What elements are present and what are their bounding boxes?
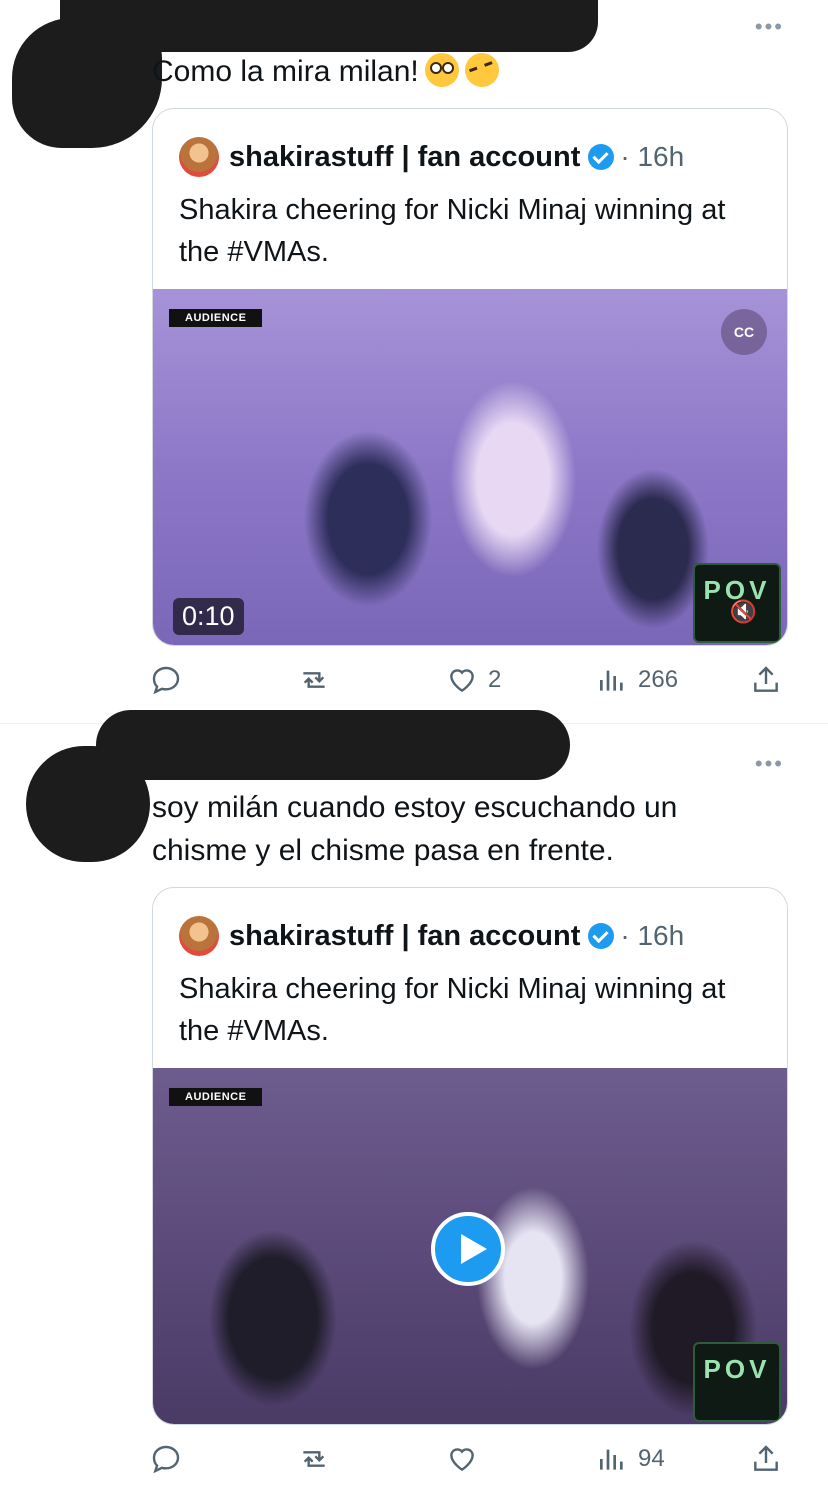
- like-count: 2: [488, 666, 502, 693]
- share-icon: [754, 666, 778, 692]
- video-player[interactable]: AUDIENCE POV: [153, 1068, 787, 1424]
- reply-icon: [152, 1445, 180, 1474]
- like-button[interactable]: [446, 1439, 478, 1479]
- views-chart-icon: [600, 1449, 623, 1470]
- action-bar: 94: [150, 1439, 790, 1479]
- redacted-username: [60, 0, 598, 52]
- like-button[interactable]: 2: [446, 660, 501, 700]
- avatar[interactable]: [179, 137, 219, 177]
- retweet-button[interactable]: [298, 660, 330, 700]
- quoted-tweet-text: Shakira cheering for Nicki Minaj winning…: [179, 194, 726, 268]
- video-player[interactable]: AUDIENCE CC 0:10 POV 🔇: [153, 289, 787, 645]
- quoted-tweet-text: Shakira cheering for Nicki Minaj winning…: [179, 973, 726, 1047]
- reply-button[interactable]: [150, 660, 182, 700]
- play-button-icon[interactable]: [431, 1212, 505, 1286]
- laughing-face-icon: [459, 48, 504, 92]
- action-bar: 2 266: [150, 660, 790, 700]
- tweet-2[interactable]: ••• soy milán cuando estoy escuchando un…: [0, 710, 828, 1505]
- verified-badge-icon: [588, 923, 615, 949]
- views-button[interactable]: 94: [596, 1439, 665, 1479]
- audience-badge: AUDIENCE: [169, 1088, 263, 1106]
- verified-badge-icon: [588, 144, 615, 170]
- heart-icon: [450, 1448, 474, 1472]
- tweet-text: soy milán cuando estoy escuchando un chi…: [152, 791, 678, 867]
- quoted-tweet-header: shakirastuff | fan account · 16h: [179, 137, 684, 177]
- reply-icon: [152, 666, 180, 695]
- closed-captions-icon[interactable]: CC: [721, 309, 767, 355]
- video-duration: 0:10: [173, 598, 244, 635]
- redacted-username: [96, 710, 570, 780]
- mute-icon[interactable]: 🔇: [730, 599, 757, 625]
- flushed-face-icon: [424, 53, 459, 87]
- quoted-tweet[interactable]: shakirastuff | fan account · 16h Shakira…: [152, 887, 788, 1425]
- heart-icon: [450, 669, 474, 693]
- views-chart-icon: [600, 670, 623, 691]
- share-button[interactable]: [750, 660, 782, 700]
- more-options-icon[interactable]: •••: [755, 753, 784, 775]
- author-name[interactable]: shakirastuff | fan account: [229, 141, 580, 174]
- views-button[interactable]: 266: [596, 660, 678, 700]
- share-button[interactable]: [750, 1439, 782, 1479]
- retweet-icon: [303, 1451, 325, 1467]
- tweet-text-content: Como la mira milan!: [152, 55, 419, 88]
- author-name[interactable]: shakirastuff | fan account: [229, 920, 580, 953]
- tweet-1[interactable]: ••• Como la mira milan! shakirastuff | f…: [0, 0, 828, 724]
- tweet-text: Como la mira milan!: [152, 48, 772, 93]
- pov-watermark: POV: [693, 1342, 781, 1422]
- retweet-icon: [303, 672, 325, 688]
- more-options-icon[interactable]: •••: [755, 16, 784, 38]
- share-icon: [754, 1445, 778, 1471]
- audience-badge: AUDIENCE: [169, 309, 263, 327]
- retweet-button[interactable]: [298, 1439, 330, 1479]
- timestamp[interactable]: · 16h: [620, 920, 684, 952]
- reply-button[interactable]: [150, 1439, 182, 1479]
- views-count: 266: [638, 666, 679, 693]
- quoted-tweet-header: shakirastuff | fan account · 16h: [179, 916, 684, 956]
- quoted-tweet[interactable]: shakirastuff | fan account · 16h Shakira…: [152, 108, 788, 646]
- timestamp[interactable]: · 16h: [620, 141, 684, 173]
- views-count: 94: [638, 1445, 665, 1472]
- avatar[interactable]: [179, 916, 219, 956]
